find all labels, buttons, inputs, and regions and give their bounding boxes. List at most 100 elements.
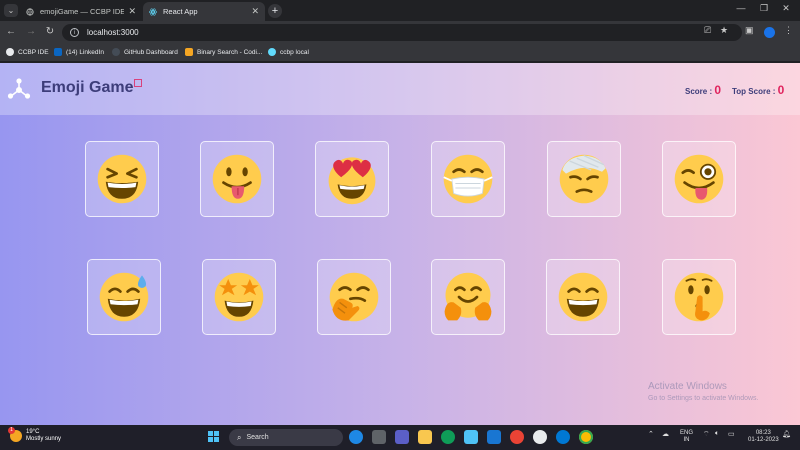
bookmark-ccbp-local[interactable]: ccbp local <box>268 48 309 56</box>
ccbp-icon <box>6 48 14 56</box>
tab-react-app[interactable]: React App ✕ <box>143 2 265 21</box>
bookmark-star-icon[interactable]: ★ <box>720 25 728 36</box>
reload-icon[interactable]: ↻ <box>44 26 56 37</box>
chrome-app-icon[interactable] <box>510 430 524 444</box>
menu-kebab-icon[interactable]: ⋮ <box>784 25 793 36</box>
codingninjas-icon <box>185 48 193 56</box>
bookmark-label: Binary Search - Codi... <box>197 48 263 56</box>
react-icon <box>149 8 157 15</box>
region-code: IN <box>683 437 690 443</box>
minimize-icon[interactable]: — <box>733 3 749 13</box>
store-app-icon[interactable] <box>464 430 478 444</box>
browser-tabstrip: ⌄ emojiGame — CCBP IDE ✕ React App ✕ + —… <box>0 0 800 21</box>
bookmark-linkedin[interactable]: (14) LinkedIn <box>54 48 104 56</box>
app-title: Emoji Game <box>41 79 134 96</box>
emoji-card-star-struck[interactable] <box>202 259 276 335</box>
search-placeholder: Search <box>246 434 269 441</box>
language-code: ENG <box>680 430 694 436</box>
emoji-card-grinning-sweat[interactable] <box>87 259 161 335</box>
address-url: localhost:3000 <box>87 28 139 37</box>
top-score-value: 0 <box>777 83 785 97</box>
github-desktop-icon[interactable] <box>533 430 547 444</box>
copilot-app-icon[interactable] <box>349 430 363 444</box>
text-cursor-icon <box>134 79 142 87</box>
edge-browser-icon[interactable] <box>441 430 455 444</box>
notification-bell-icon[interactable]: 🔔︎ <box>782 430 791 438</box>
laughing-face-icon <box>97 154 147 204</box>
bookmark-ccbp-ide[interactable]: CCBP IDE <box>6 48 49 56</box>
face-with-head-bandage-icon <box>559 154 609 204</box>
grinning-face-with-sweat-icon <box>99 272 149 322</box>
emoji-card-beaming[interactable] <box>546 259 620 335</box>
bookmark-label: ccbp local <box>280 48 309 56</box>
site-info-icon[interactable]: i <box>70 28 79 37</box>
emoji-card-laughing[interactable] <box>85 141 159 217</box>
restore-icon[interactable]: ❐ <box>756 3 772 14</box>
chrome-active-icon[interactable] <box>579 430 593 444</box>
taskbar-search[interactable]: ⌕ Search <box>229 429 343 446</box>
new-tab-button[interactable]: + <box>268 4 282 18</box>
onedrive-icon[interactable]: ☁ <box>662 430 669 438</box>
clock[interactable]: 08:23 01-12-2023 <box>748 430 779 444</box>
weather-widget[interactable]: 1 19°C Mostly sunny <box>8 427 62 443</box>
emoji-card-hand-over-mouth[interactable] <box>317 259 391 335</box>
back-icon[interactable]: ← <box>5 26 17 37</box>
shushing-face-icon <box>674 272 724 322</box>
heart-eyes-face-icon <box>328 157 376 205</box>
emoji-card-medical-mask[interactable] <box>431 141 505 217</box>
emoji-card-hugging[interactable] <box>431 259 505 335</box>
hugging-face-icon <box>444 272 492 321</box>
weather-desc: Mostly sunny <box>26 436 62 442</box>
bookmark-label: GitHub Dashboard <box>124 48 178 56</box>
close-window-icon[interactable]: ✕ <box>778 3 794 14</box>
emoji-card-shushing[interactable] <box>662 259 736 335</box>
score-display: Score : 0 <box>685 83 721 97</box>
notification-badge: 1 <box>8 427 15 434</box>
windows-taskbar: 1 19°C Mostly sunny ⌕ Search ⌃ ☁ ENG IN … <box>0 425 800 450</box>
bookmark-binary-search[interactable]: Binary Search - Codi... <box>185 48 262 56</box>
file-explorer-icon[interactable] <box>418 430 432 444</box>
bookmark-label: CCBP IDE <box>18 48 49 56</box>
mail-app-icon[interactable] <box>487 430 501 444</box>
bookmark-label: (14) LinkedIn <box>66 48 104 56</box>
emoji-card-head-bandage[interactable] <box>547 141 621 217</box>
profile-avatar[interactable] <box>764 27 775 38</box>
face-with-hand-over-mouth-icon <box>329 272 379 322</box>
face-with-medical-mask-icon <box>443 154 493 204</box>
language-indicator[interactable]: ENG IN <box>680 430 693 444</box>
search-icon: ⌕ <box>237 432 242 442</box>
battery-icon[interactable]: ▭ <box>728 430 735 438</box>
windows-start-icon[interactable] <box>208 431 220 443</box>
task-view-icon[interactable] <box>372 430 386 444</box>
volume-icon[interactable]: 🔈︎ <box>715 430 719 438</box>
close-icon[interactable]: ✕ <box>128 6 136 17</box>
emoji-game-page: Emoji Game Score : 0 Top Score : 0 Activ… <box>0 63 800 425</box>
score-value: 0 <box>714 83 722 97</box>
clock-date: 01-12-2023 <box>748 437 779 443</box>
teams-app-icon[interactable] <box>395 430 409 444</box>
show-hidden-icons[interactable]: ⌃ <box>648 430 654 438</box>
github-icon <box>112 48 120 56</box>
linkedin-icon <box>54 48 62 56</box>
emoji-game-logo-icon <box>7 78 31 99</box>
forward-icon[interactable]: → <box>25 26 37 37</box>
activate-windows-title: Activate Windows <box>648 381 727 392</box>
vscode-app-icon[interactable] <box>556 430 570 444</box>
address-bar[interactable]: i localhost:3000 <box>62 24 742 41</box>
bookmark-github[interactable]: GitHub Dashboard <box>112 48 178 56</box>
side-panel-icon[interactable]: ▣ <box>745 25 754 36</box>
tab-emojigame-ide[interactable]: emojiGame — CCBP IDE ✕ <box>20 2 142 21</box>
activate-windows-subtitle: Go to Settings to activate Windows. <box>648 395 759 402</box>
bookmarks-bar: CCBP IDE (14) LinkedIn GitHub Dashboard … <box>0 44 800 62</box>
face-with-tongue-icon <box>212 154 262 204</box>
emoji-card-heart-eyes[interactable] <box>315 141 389 217</box>
react-icon <box>268 48 276 56</box>
browser-toolbar: ← → ↻ i localhost:3000 ⎚ ★ ▣ ⋮ <box>0 21 800 44</box>
weather-temp: 19°C <box>26 429 40 435</box>
close-icon[interactable]: ✕ <box>251 6 259 17</box>
emoji-card-tongue[interactable] <box>200 141 274 217</box>
wifi-icon[interactable]: ⌔ <box>703 430 710 439</box>
emoji-card-winking-tongue[interactable] <box>662 141 736 217</box>
install-app-icon[interactable]: ⎚ <box>704 25 711 36</box>
tab-search-button[interactable]: ⌄ <box>4 4 18 17</box>
